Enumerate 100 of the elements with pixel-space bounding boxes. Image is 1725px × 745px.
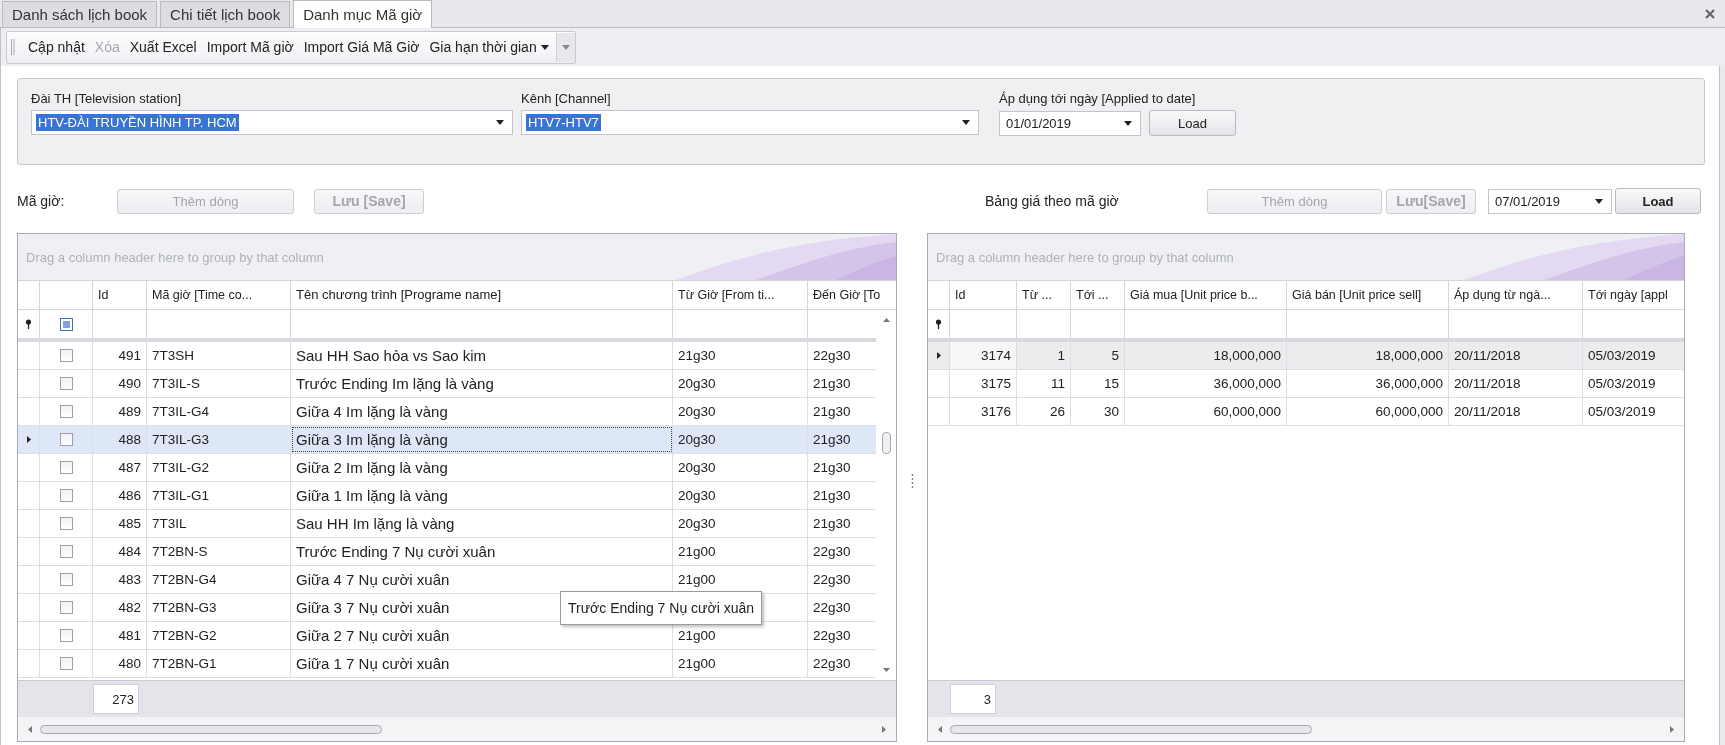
checkbox[interactable] [59, 433, 73, 446]
tooltip: Trước Ending 7 Nụ cười xuân [560, 591, 762, 625]
column-header[interactable]: Tên chương trình [Programe name] [291, 281, 673, 309]
table-cell-text: 22g30 [812, 571, 852, 589]
table-cell: 7T3IL-G4 [147, 398, 291, 425]
table-cell: 480 [93, 650, 147, 677]
table-cell: 11 [1017, 370, 1071, 397]
table-cell: 483 [93, 566, 147, 593]
checkbox[interactable] [59, 317, 73, 331]
checkbox[interactable] [59, 461, 73, 474]
table-row[interactable]: 3175 11 15 36,000,000 36,000,000 20/11/2018 05/03/2019 [928, 370, 1684, 398]
table-cell: Giữa 1 Im lặng là vàng [291, 482, 673, 509]
load-button[interactable]: Load [1149, 110, 1236, 136]
table-cell: 20g30 [673, 426, 808, 453]
table-cell: 486 [93, 482, 147, 509]
checkbox[interactable] [59, 377, 73, 390]
toolbar-button[interactable]: Cập nhật [23, 36, 90, 58]
table-row[interactable]: 480 7T2BN-G1 Giữa 1 7 Nụ cười xuân 21g00 22g30 [18, 650, 876, 678]
caret-icon [1124, 120, 1132, 126]
column-header[interactable]: Giá bán [Unit price sell] [1287, 281, 1449, 309]
checkbox[interactable] [59, 405, 73, 418]
table-cell: 30 [1071, 398, 1125, 425]
grip-icon[interactable] [910, 473, 914, 488]
menu-button[interactable]: Gia hạn thời gian [424, 36, 554, 58]
table-cell: 7T3IL-G3 [147, 426, 291, 453]
column-header[interactable]: Id [93, 281, 147, 309]
pin-icon [935, 319, 942, 329]
horizontal-scrollbar[interactable] [18, 717, 896, 741]
group-hint: Drag a column header here to group by that column [25, 249, 324, 265]
table-cell: 60,000,000 [1125, 398, 1287, 425]
station-dropdown[interactable]: HTV-ĐÀI TRUYỀN HÌNH TP. HCM [31, 110, 513, 135]
date-dropdown[interactable]: 01/01/2019 [999, 110, 1141, 136]
table-row[interactable]: 491 7T3SH Sau HH Sao hỏa vs Sao kim 21g30 22g30 [18, 342, 876, 370]
up-arrow-icon [882, 318, 890, 322]
checkbox[interactable] [59, 517, 73, 530]
table-cell: 3174 [950, 342, 1017, 369]
column-header[interactable]: Id [950, 281, 1017, 309]
column-header[interactable]: Tới ... [1071, 281, 1125, 309]
right-arrow-icon [882, 725, 886, 733]
checkbox[interactable] [59, 657, 73, 670]
tab[interactable]: Danh sách lịch book [2, 1, 158, 27]
table-cell: 7T2BN-G1 [147, 650, 291, 677]
overflow-button[interactable] [555, 32, 575, 62]
table-cell-text: 21g30 [812, 403, 852, 421]
checkbox[interactable] [59, 573, 73, 586]
down-arrow-icon [882, 668, 890, 672]
table-cell-text: 22g30 [812, 599, 852, 617]
tab[interactable]: Danh mục Mã giờ [293, 0, 433, 28]
table-cell: 3175 [950, 370, 1017, 397]
table-row[interactable]: 3174 1 5 18,000,000 18,000,000 20/11/2018 05/03/2019 [928, 342, 1684, 370]
checkbox[interactable] [59, 349, 73, 362]
table-cell: 20g30 [673, 510, 808, 537]
toolbar-button[interactable]: Xuất Excel [124, 36, 202, 58]
table-cell: 490 [93, 370, 147, 397]
table-row[interactable]: 490 7T3IL-S Trước Ending Im lặng là vàng 20g30 21g30 [18, 370, 876, 398]
tab[interactable]: Chi tiết lịch book [160, 1, 291, 27]
table-cell: 20/11/2018 [1449, 342, 1583, 369]
checkbox[interactable] [59, 601, 73, 614]
column-header[interactable]: Từ Giờ [From ti... [673, 281, 808, 309]
column-header[interactable]: Áp dụng từ ngà... [1449, 281, 1583, 309]
table-row[interactable]: 486 7T3IL-G1 Giữa 1 Im lặng là vàng 20g30 21g30 [18, 482, 876, 510]
table-cell: Sau HH Im lặng là vàng [291, 510, 673, 537]
table-cell-text: 05/03/2019 [1587, 375, 1657, 393]
table-row[interactable]: 487 7T3IL-G2 Giữa 2 Im lặng là vàng 20g30 21g30 [18, 454, 876, 482]
column-header[interactable]: Đến Giờ [To [808, 281, 896, 309]
close-icon[interactable] [1705, 8, 1715, 19]
table-cell: 485 [93, 510, 147, 537]
table-cell: 7T3IL-S [147, 370, 291, 397]
column-header[interactable]: Giá mua [Unit price b... [1125, 281, 1287, 309]
table-cell: 20g30 [673, 398, 808, 425]
table-cell: Trước Ending 7 Nụ cười xuân [291, 538, 673, 565]
checkbox[interactable] [59, 489, 73, 502]
table-cell: 36,000,000 [1287, 370, 1449, 397]
toolbar-button[interactable]: Import Giá Mã Giờ [298, 36, 425, 58]
column-header[interactable]: Mã giờ [Time co... [147, 281, 291, 309]
left-arrow-icon [28, 725, 32, 733]
load-button[interactable]: Load [1615, 188, 1701, 214]
scroll-thumb[interactable] [40, 724, 382, 734]
scroll-thumb[interactable] [950, 724, 1312, 734]
channel-dropdown[interactable]: HTV7-HTV7 [521, 110, 979, 135]
table-row[interactable]: 488 7T3IL-G3 Giữa 3 Im lặng là vàng 20g30 21g30 [18, 426, 876, 454]
checkbox[interactable] [59, 629, 73, 642]
horizontal-scrollbar[interactable] [928, 717, 1684, 741]
table-cell-text: 22g30 [812, 347, 852, 365]
checkbox[interactable] [59, 545, 73, 558]
table-cell: 7T3SH [147, 342, 291, 369]
caret-icon [962, 120, 970, 125]
scroll-thumb[interactable] [881, 432, 891, 454]
date-dropdown[interactable]: 07/01/2019 [1488, 188, 1612, 214]
table-cell: 3176 [950, 398, 1017, 425]
table-row[interactable]: 485 7T3IL Sau HH Im lặng là vàng 20g30 21g30 [18, 510, 876, 538]
table-row[interactable]: 484 7T2BN-S Trước Ending 7 Nụ cười xuân 21g00 22g30 [18, 538, 876, 566]
table-row[interactable]: 3176 26 30 60,000,000 60,000,000 20/11/2018 05/03/2019 [928, 398, 1684, 426]
table-cell: 487 [93, 454, 147, 481]
row-count: 273 [93, 684, 139, 714]
field-label: Kênh [Channel] [521, 90, 612, 108]
column-header[interactable]: Tới ngày [appl [1583, 281, 1684, 309]
table-cell: 18,000,000 [1125, 342, 1287, 369]
column-header[interactable]: Từ ... [1017, 281, 1071, 309]
toolbar-button[interactable]: Import Mã giờ [201, 36, 299, 58]
